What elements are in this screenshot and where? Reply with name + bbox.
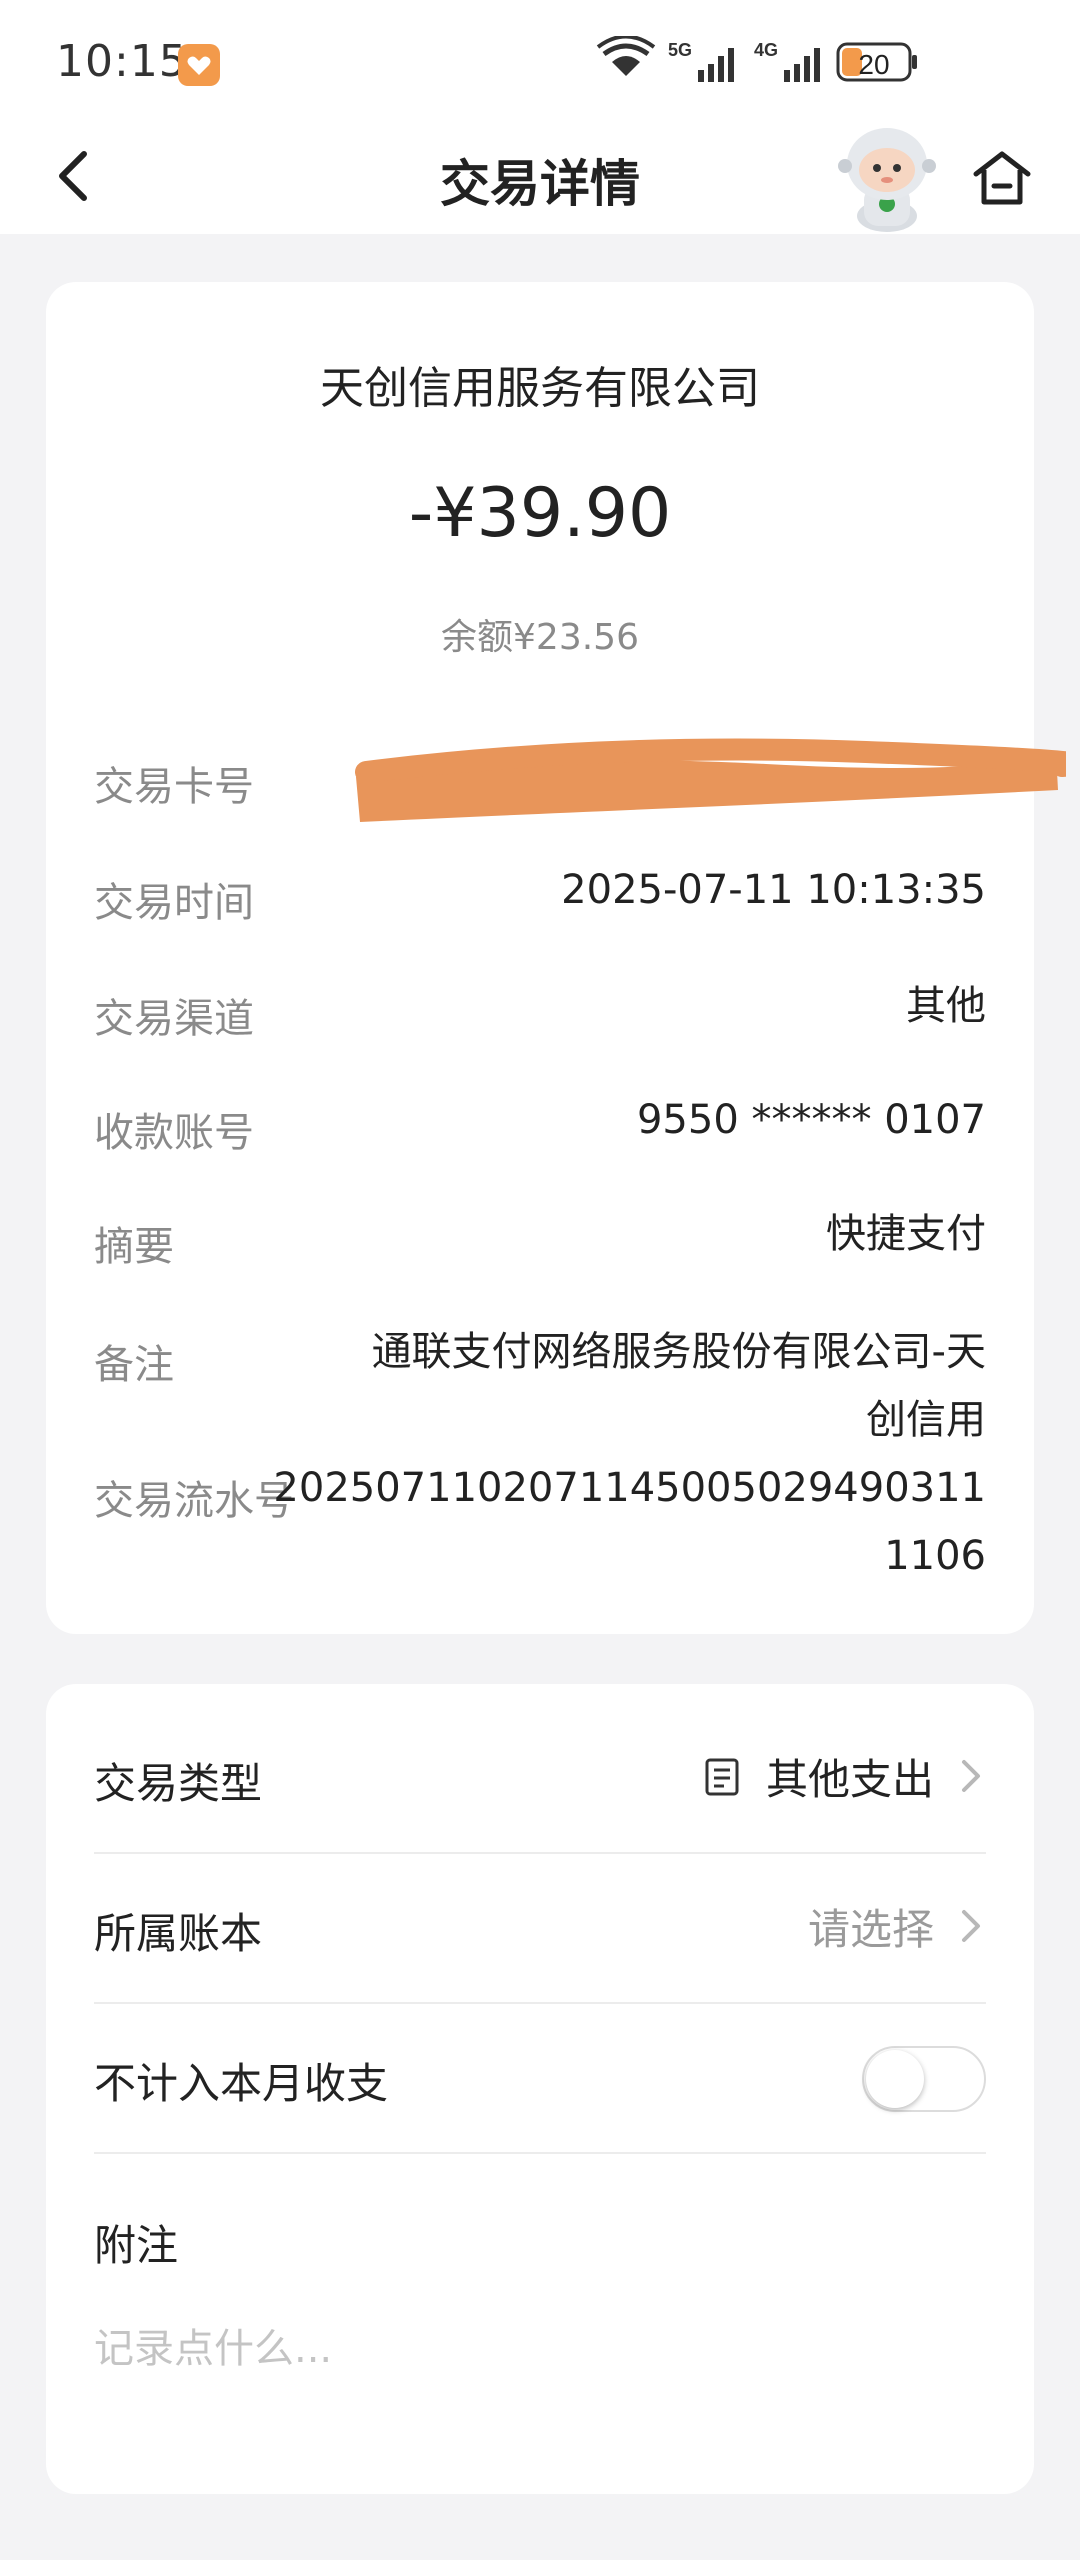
type-value: 其他支出 bbox=[765, 1754, 934, 1804]
channel-value: 其他 bbox=[906, 983, 986, 1029]
serial-label: 交易流水号 bbox=[94, 1478, 294, 1524]
type-label: 交易类型 bbox=[94, 1759, 263, 1808]
transaction-amount: -¥39.90 bbox=[408, 474, 672, 553]
divider bbox=[94, 2152, 986, 2154]
transaction-options-card: 交易类型 其他支出 所属账本 请选择 不计入本月收支 附注 bbox=[46, 1684, 1034, 2494]
status-indicators: 5G 4G 20 bbox=[596, 36, 917, 82]
divider bbox=[94, 1852, 986, 1854]
note-label: 附注 bbox=[94, 2221, 179, 2270]
note-input[interactable] bbox=[94, 2314, 986, 2384]
remark-label: 备注 bbox=[94, 1342, 174, 1388]
divider bbox=[94, 2002, 986, 2004]
robot-mascot-icon[interactable] bbox=[832, 120, 942, 232]
remark-value-line2: 创信用 bbox=[866, 1397, 986, 1443]
chevron-right-icon bbox=[962, 1910, 980, 1942]
serial-value-line2: 1106 bbox=[884, 1533, 986, 1579]
account-value: 9550 ****** 0107 bbox=[636, 1097, 986, 1143]
exclude-label: 不计入本月收支 bbox=[94, 2059, 389, 2108]
wifi-icon bbox=[596, 36, 656, 76]
network-5g-label: 5G bbox=[668, 40, 692, 60]
redaction-scribble bbox=[355, 738, 1066, 822]
ledger-label: 所属账本 bbox=[94, 1909, 263, 1958]
summary-value: 快捷支付 bbox=[826, 1211, 986, 1257]
balance-text: 余额¥23.56 bbox=[441, 617, 639, 658]
serial-value-line1: 2025071102071145005029490311 bbox=[273, 1465, 986, 1511]
status-time: 10:15 bbox=[56, 36, 188, 87]
app-notification-icon bbox=[178, 44, 220, 86]
ledger-placeholder: 请选择 bbox=[807, 1904, 934, 1954]
transaction-detail-card: 天创信用服务有限公司 -¥39.90 余额¥23.56 交易卡号 交易时间 20… bbox=[46, 282, 1066, 1634]
signal-5g-icon bbox=[698, 48, 734, 82]
account-label: 收款账号 bbox=[94, 1110, 254, 1156]
signal-4g-icon bbox=[784, 48, 820, 82]
channel-label: 交易渠道 bbox=[94, 996, 254, 1042]
summary-label: 摘要 bbox=[94, 1224, 174, 1270]
home-icon[interactable] bbox=[966, 142, 1038, 214]
type-selector[interactable]: 其他支出 bbox=[700, 1746, 986, 1806]
status-bar: 10:15 5G 4G 20 bbox=[0, 0, 1080, 118]
battery-level: 20 bbox=[858, 49, 889, 80]
category-icon bbox=[705, 1758, 739, 1796]
network-4g-label: 4G bbox=[754, 40, 778, 60]
time-label: 交易时间 bbox=[94, 880, 254, 926]
chevron-right-icon bbox=[962, 1760, 980, 1792]
remark-value-line1: 通联支付网络服务股份有限公司-天 bbox=[371, 1329, 986, 1375]
merchant-name: 天创信用服务有限公司 bbox=[320, 363, 760, 414]
exclude-toggle[interactable] bbox=[862, 2046, 986, 2112]
battery-icon: 20 bbox=[836, 42, 917, 82]
card-number-label: 交易卡号 bbox=[94, 764, 254, 810]
header: 交易详情 bbox=[0, 118, 1080, 234]
ledger-selector[interactable]: 请选择 bbox=[808, 1896, 986, 1956]
toggle-knob bbox=[866, 2050, 924, 2108]
time-value: 2025-07-11 10:13:35 bbox=[561, 867, 986, 913]
